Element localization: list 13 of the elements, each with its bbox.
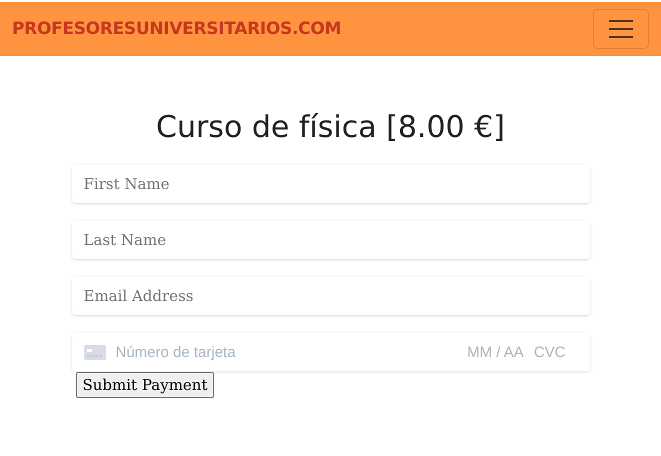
menu-icon xyxy=(608,19,634,39)
cvc-placeholder: CVC xyxy=(534,344,566,360)
input-field[interactable]: First Name xyxy=(72,165,590,203)
credit-card-icon xyxy=(84,344,106,360)
card-number-placeholder: Número de tarjeta xyxy=(116,344,236,360)
input-field[interactable]: Last Name xyxy=(72,221,590,259)
brand-logo[interactable]: PROFESORESUNIVERSITARIOS.COM xyxy=(12,19,342,39)
menu-button[interactable] xyxy=(593,9,649,49)
page-title: Curso de física [8.00 €] xyxy=(155,110,506,145)
card-field[interactable]: Número de tarjeta MM / AA CVC xyxy=(72,333,590,371)
submit-button[interactable]: Submit Payment xyxy=(76,372,214,398)
expiry-placeholder: MM / AA xyxy=(467,344,524,360)
input-field[interactable]: Email Address xyxy=(72,277,590,315)
